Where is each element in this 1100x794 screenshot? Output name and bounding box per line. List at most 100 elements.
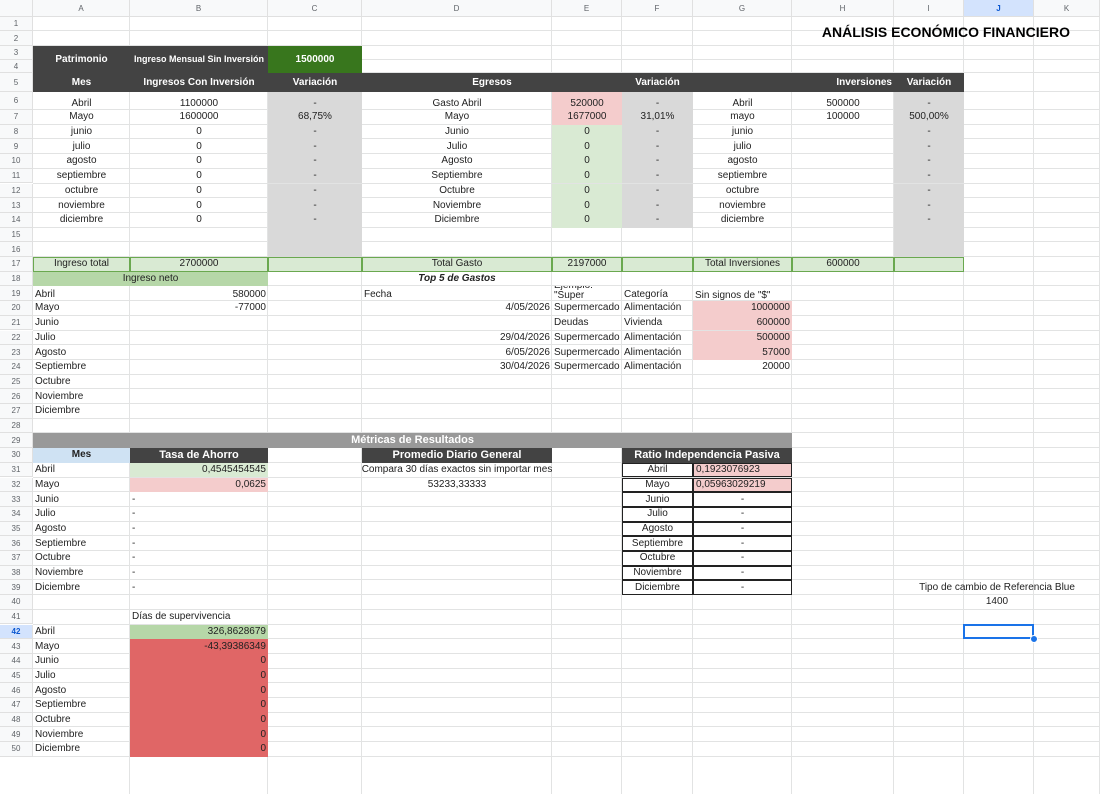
row-header-37[interactable]: 37 (0, 551, 33, 566)
row-header-47[interactable]: 47 (0, 698, 33, 713)
top5-fecha-cell[interactable]: 4/05/2026 (362, 301, 552, 316)
inversiones-valor-cell[interactable] (792, 184, 894, 199)
row-header-38[interactable]: 38 (0, 565, 33, 581)
top5-monto-cell[interactable]: 57000 (693, 345, 792, 360)
row-header-28[interactable]: 28 (0, 418, 33, 434)
egresos-valor-cell[interactable]: 0 (552, 168, 622, 184)
row-header-46[interactable]: 46 (0, 683, 33, 698)
top5-fecha-cell[interactable]: 29/04/2026 (362, 331, 552, 346)
inversiones-valor-cell[interactable] (792, 213, 894, 228)
egresos-valor-cell[interactable]: 0 (552, 154, 622, 169)
ingresos-valor-cell[interactable]: 0 (130, 184, 268, 199)
top5-monto-cell[interactable]: 500000 (693, 330, 792, 346)
row-header-8[interactable]: 8 (0, 124, 33, 140)
top5-concepto-cell[interactable]: Supermercado (552, 331, 622, 346)
row-header-1[interactable]: 1 (0, 17, 33, 31)
top5-fecha-cell[interactable] (362, 316, 552, 331)
top5-concepto-cell[interactable]: Supermercado (552, 345, 622, 360)
row-header-2[interactable]: 2 (0, 31, 33, 46)
row-header-14[interactable]: 14 (0, 212, 33, 228)
top5-categoria-cell[interactable]: Vivienda (622, 316, 693, 331)
column-header-j[interactable]: J (964, 0, 1034, 17)
row-header-44[interactable]: 44 (0, 653, 33, 669)
top5-concepto-cell[interactable]: Deudas (552, 316, 622, 331)
inversiones-valor-cell[interactable] (792, 198, 894, 213)
row-header-21[interactable]: 21 (0, 315, 33, 331)
row-header-34[interactable]: 34 (0, 506, 33, 522)
row-header-5[interactable]: 5 (0, 73, 33, 92)
column-header-k[interactable]: K (1034, 0, 1100, 17)
egresos-valor-cell[interactable]: 0 (552, 198, 622, 213)
column-header-f[interactable]: F (622, 0, 693, 17)
inversiones-valor-cell[interactable]: 100000 (792, 110, 894, 125)
row-header-43[interactable]: 43 (0, 639, 33, 654)
select-all-corner[interactable] (0, 0, 33, 17)
row-header-25[interactable]: 25 (0, 374, 33, 390)
column-header-e[interactable]: E (552, 0, 622, 17)
column-header-i[interactable]: I (894, 0, 964, 17)
row-header-10[interactable]: 10 (0, 154, 33, 169)
ingresos-valor-cell[interactable]: 0 (130, 169, 268, 184)
egresos-valor-cell[interactable]: 1677000 (552, 110, 622, 125)
column-header-g[interactable]: G (693, 0, 792, 17)
row-header-17[interactable]: 17 (0, 257, 33, 272)
row-header-13[interactable]: 13 (0, 198, 33, 213)
top5-fecha-cell[interactable]: 6/05/2026 (362, 345, 552, 360)
inversiones-valor-cell[interactable] (792, 154, 894, 169)
ingreso-sin-inversion-value[interactable]: 1500000 (268, 46, 362, 73)
row-header-22[interactable]: 22 (0, 330, 33, 346)
egresos-valor-cell[interactable]: 0 (552, 212, 622, 228)
top5-categoria-cell[interactable]: Alimentación (622, 360, 693, 375)
egresos-valor-cell[interactable]: 0 (552, 124, 622, 140)
top5-monto-cell[interactable]: 20000 (693, 360, 792, 375)
column-header-c[interactable]: C (268, 0, 362, 17)
top5-categoria-cell[interactable]: Alimentación (622, 301, 693, 316)
row-header-24[interactable]: 24 (0, 359, 33, 375)
row-header-49[interactable]: 49 (0, 727, 33, 743)
row-header-39[interactable]: 39 (0, 580, 33, 596)
top5-monto-cell[interactable]: 600000 (693, 315, 792, 331)
top5-concepto-cell[interactable]: Supermercado (552, 360, 622, 375)
egresos-valor-cell[interactable]: 0 (552, 183, 622, 199)
inversiones-valor-cell[interactable] (792, 125, 894, 140)
selected-cell-j42[interactable] (963, 623, 1034, 640)
ingresos-valor-cell[interactable]: 0 (130, 125, 268, 140)
row-header-41[interactable]: 41 (0, 609, 33, 625)
ingresos-valor-cell[interactable]: 1600000 (130, 110, 268, 125)
ingresos-valor-cell[interactable]: 0 (130, 139, 268, 154)
row-header-36[interactable]: 36 (0, 536, 33, 551)
row-header-42[interactable]: 42 (0, 624, 33, 640)
column-header-d[interactable]: D (362, 0, 552, 17)
inversiones-valor-cell[interactable] (792, 139, 894, 154)
row-header-33[interactable]: 33 (0, 492, 33, 507)
row-header-9[interactable]: 9 (0, 139, 33, 155)
egresos-valor-cell[interactable]: 0 (552, 139, 622, 155)
row-header-48[interactable]: 48 (0, 712, 33, 728)
row-header-15[interactable]: 15 (0, 227, 33, 243)
top5-fecha-cell[interactable]: 30/04/2026 (362, 360, 552, 375)
column-header-a[interactable]: A (33, 0, 130, 17)
top5-categoria-cell[interactable]: Alimentación (622, 345, 693, 360)
fill-handle[interactable] (1030, 635, 1038, 644)
row-header-50[interactable]: 50 (0, 742, 33, 757)
row-header-26[interactable]: 26 (0, 389, 33, 404)
row-header-3[interactable]: 3 (0, 46, 33, 60)
ingresos-valor-cell[interactable]: 1100000 (130, 92, 268, 110)
ingresos-valor-cell[interactable]: 0 (130, 154, 268, 169)
row-header-40[interactable]: 40 (0, 595, 33, 610)
ingresos-valor-cell[interactable]: 0 (130, 198, 268, 213)
row-header-27[interactable]: 27 (0, 404, 33, 419)
row-header-32[interactable]: 32 (0, 477, 33, 493)
row-header-4[interactable]: 4 (0, 60, 33, 73)
row-header-20[interactable]: 20 (0, 301, 33, 316)
top5-categoria-cell[interactable]: Alimentación (622, 331, 693, 346)
column-header-b[interactable]: B (130, 0, 268, 17)
row-header-29[interactable]: 29 (0, 433, 33, 449)
row-header-7[interactable]: 7 (0, 110, 33, 125)
row-header-18[interactable]: 18 (0, 271, 33, 287)
row-header-12[interactable]: 12 (0, 183, 33, 199)
inversiones-valor-cell[interactable]: 500000 (792, 92, 894, 110)
column-header-h[interactable]: H (792, 0, 894, 17)
row-header-6[interactable]: 6 (0, 92, 33, 110)
top5-concepto-cell[interactable]: Supermercado (552, 301, 622, 316)
